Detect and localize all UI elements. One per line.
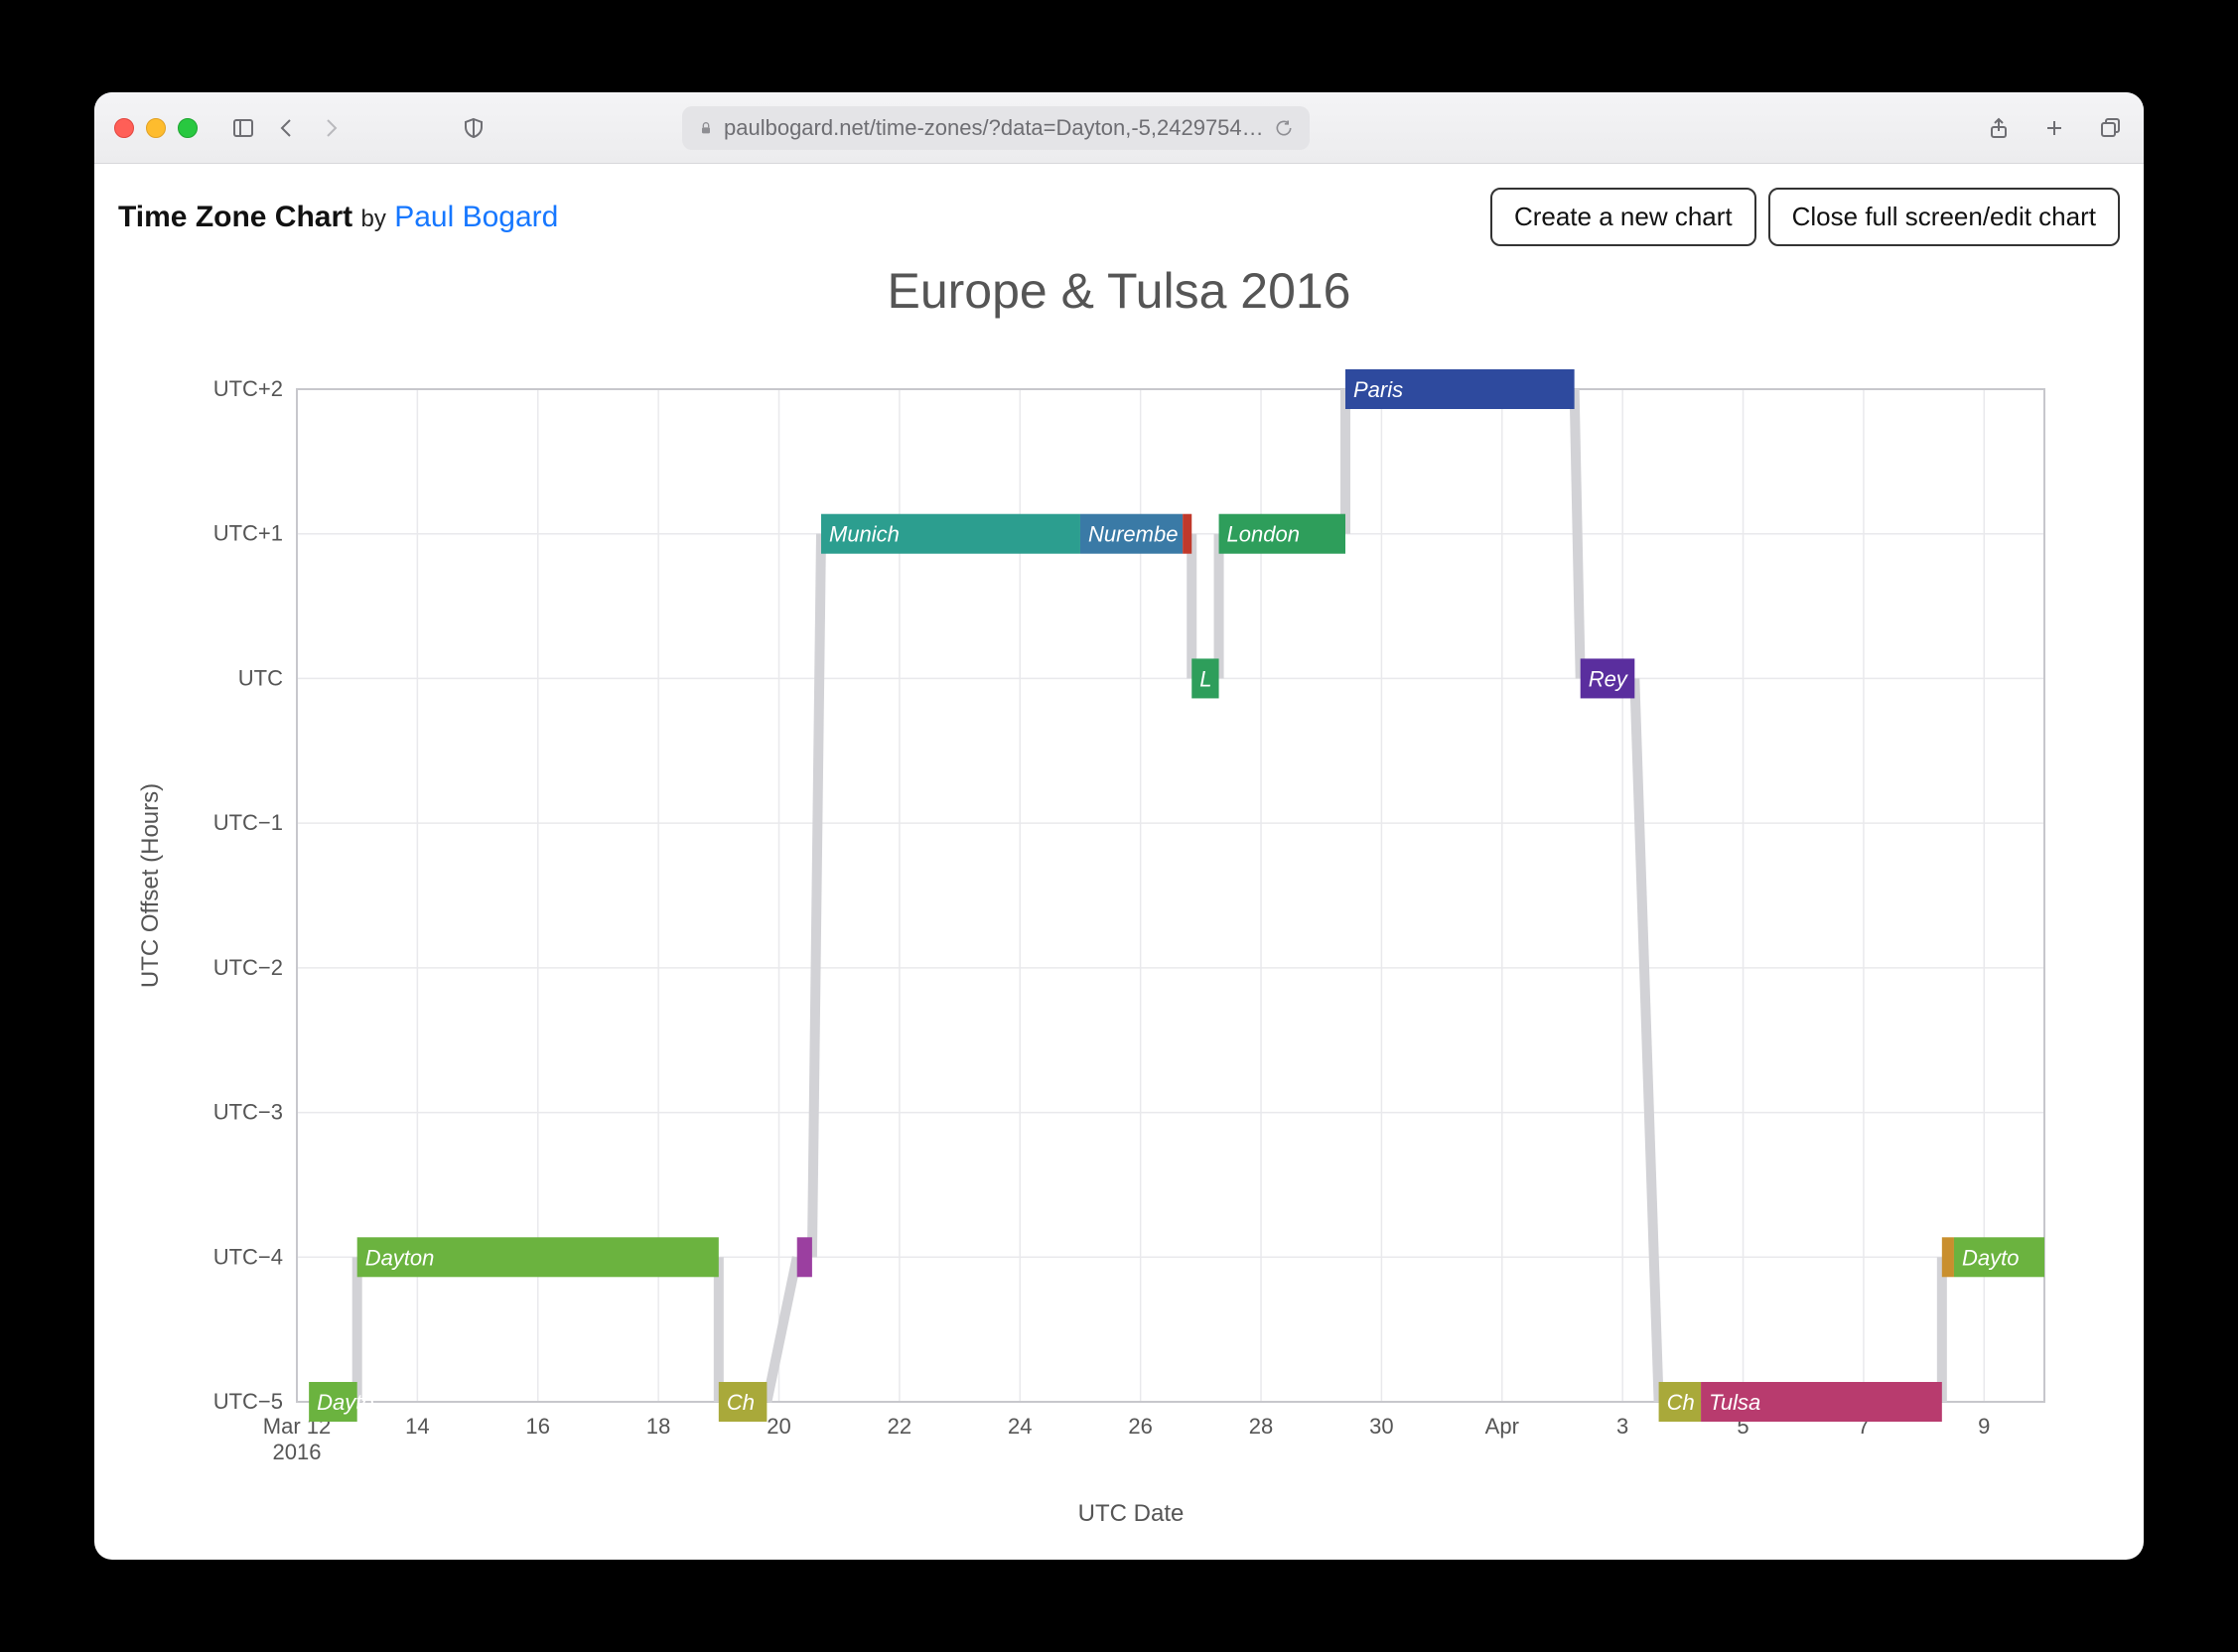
chart: Europe & Tulsa 2016 UTC+2 UTC+1 UTC UTC−1 UT… [118, 262, 2120, 1541]
bar-Dayto[interactable]: Dayto [1954, 1237, 2044, 1277]
sidebar-toggle-icon[interactable] [229, 114, 257, 142]
bar-Ch[interactable]: Ch [1659, 1382, 1701, 1422]
page-title: Time Zone Chart by Paul Bogard [118, 201, 558, 234]
x-tick-label: 16 [526, 1414, 550, 1439]
y-tick-label: UTC−5 [213, 1389, 283, 1414]
bar-label: Dayto [317, 1390, 373, 1415]
bar-label: Dayto [1962, 1245, 2019, 1270]
close-window-icon[interactable] [114, 118, 134, 138]
chart-title: Europe & Tulsa 2016 [118, 262, 2120, 320]
bar-Tulsa[interactable]: Tulsa [1701, 1382, 1942, 1422]
address-bar[interactable]: paulbogard.net/time-zones/?data=Dayton,-… [682, 106, 1310, 150]
x-tick-label: 20 [767, 1414, 790, 1439]
bar-label: Ch [727, 1390, 755, 1415]
author-link[interactable]: Paul Bogard [394, 201, 558, 233]
share-icon[interactable] [1985, 114, 2013, 142]
x-tick-label: 28 [1249, 1414, 1273, 1439]
x-tick-label: 24 [1008, 1414, 1032, 1439]
bar-London[interactable]: London [1219, 514, 1345, 554]
bar-segment[interactable] [1942, 1237, 1954, 1277]
x-tick-label: Apr [1485, 1414, 1519, 1439]
y-tick-label: UTC+1 [213, 521, 283, 546]
browser-titlebar: paulbogard.net/time-zones/?data=Dayton,-… [94, 92, 2144, 164]
x-tick-label: 3 [1616, 1414, 1628, 1439]
minimize-window-icon[interactable] [146, 118, 166, 138]
close-fullscreen-button[interactable]: Close full screen/edit chart [1768, 188, 2120, 246]
lock-icon [698, 120, 714, 136]
page-header: Time Zone Chart by Paul Bogard Create a … [118, 188, 2120, 246]
url-text: paulbogard.net/time-zones/?data=Dayton,-… [724, 115, 1264, 141]
bar-label: Ch [1667, 1390, 1695, 1415]
bar-label: London [1227, 522, 1300, 547]
bar-Ch[interactable]: Ch [719, 1382, 768, 1422]
by-label: by [361, 206, 386, 232]
bar-Dayton[interactable]: Dayton [357, 1237, 719, 1277]
tabs-overview-icon[interactable] [2096, 114, 2124, 142]
bar-L[interactable]: L [1191, 658, 1218, 698]
browser-window: paulbogard.net/time-zones/?data=Dayton,-… [94, 92, 2144, 1560]
bar-label: Nurembe [1088, 522, 1178, 547]
window-controls [114, 118, 198, 138]
y-tick-label: UTC−2 [213, 955, 283, 980]
x-tick-label: 22 [888, 1414, 911, 1439]
bar-segment[interactable] [797, 1237, 812, 1277]
bar-label: Tulsa [1709, 1390, 1760, 1415]
create-chart-button[interactable]: Create a new chart [1490, 188, 1756, 246]
page-content: Time Zone Chart by Paul Bogard Create a … [94, 164, 2144, 1541]
forward-icon [317, 114, 345, 142]
x-tick-label: 9 [1978, 1414, 1990, 1439]
bar-Nurembe[interactable]: Nurembe [1080, 514, 1183, 554]
y-tick-label: UTC+2 [213, 376, 283, 401]
title-strong: Time Zone Chart [118, 201, 352, 233]
x-tick-label: 2016 [273, 1440, 322, 1464]
bar-label: Rey [1589, 666, 1629, 691]
y-tick-label: UTC−3 [213, 1100, 283, 1125]
y-tick-label: UTC−4 [213, 1244, 283, 1269]
bar-label: Dayton [365, 1245, 435, 1270]
titlebar-right [1985, 114, 2124, 142]
x-tick-label: 18 [646, 1414, 670, 1439]
y-axis-label: UTC Offset (Hours) [137, 783, 164, 988]
bar-label: L [1199, 666, 1211, 691]
bar-label: Paris [1353, 377, 1403, 402]
bar-segment[interactable] [1183, 514, 1191, 554]
chart-svg: UTC+2UTC+1UTCUTC−1UTC−2UTC−3UTC−4UTC−5Ma… [118, 330, 2120, 1541]
shield-icon[interactable] [460, 114, 488, 142]
x-axis-label: UTC Date [1078, 1500, 1185, 1527]
bar-label: Munich [829, 522, 900, 547]
bar-Rey[interactable]: Rey [1581, 658, 1635, 698]
x-tick-label: 30 [1369, 1414, 1393, 1439]
header-buttons: Create a new chart Close full screen/edi… [1490, 188, 2120, 246]
bar-Paris[interactable]: Paris [1345, 369, 1575, 409]
bar-Munich[interactable]: Munich [821, 514, 1080, 554]
x-tick-label: 26 [1128, 1414, 1152, 1439]
reload-icon[interactable] [1274, 118, 1294, 138]
bar-Dayto[interactable]: Dayto [309, 1382, 373, 1422]
y-tick-label: UTC [238, 665, 283, 690]
new-tab-icon[interactable] [2040, 114, 2068, 142]
y-tick-label: UTC−1 [213, 810, 283, 835]
zoom-window-icon[interactable] [178, 118, 198, 138]
x-tick-label: 14 [405, 1414, 429, 1439]
back-icon[interactable] [273, 114, 301, 142]
